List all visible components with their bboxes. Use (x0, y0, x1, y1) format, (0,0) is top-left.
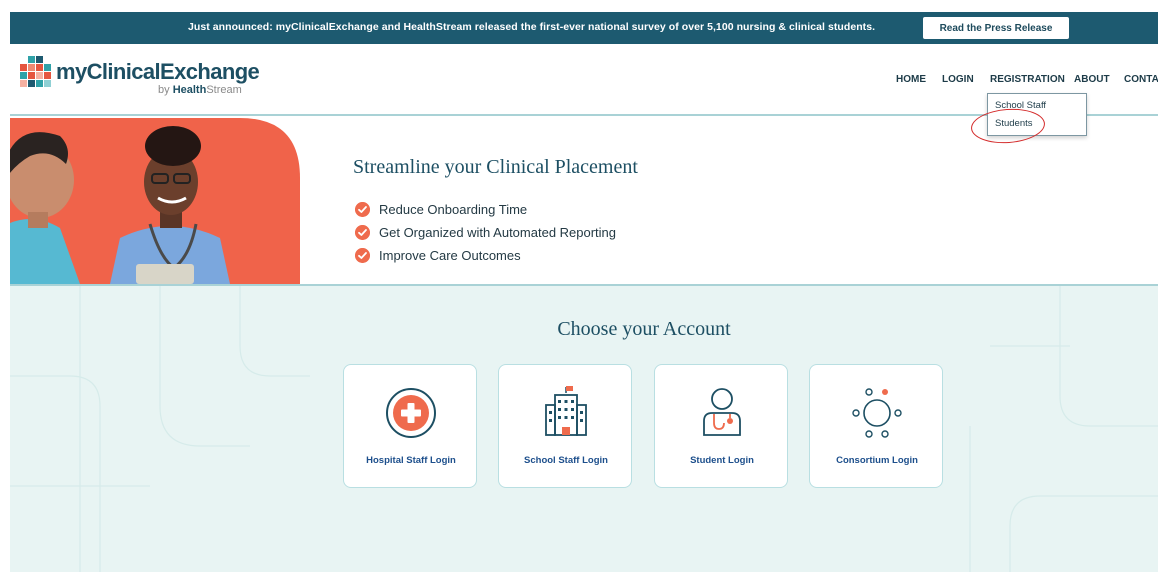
benefit-text: Reduce Onboarding Time (379, 202, 528, 217)
check-circle-icon (355, 202, 370, 217)
consortium-login-card[interactable]: Consortium Login (809, 364, 943, 488)
nav-login[interactable]: LOGIN (942, 74, 974, 85)
announcement-bar: Just announced: myClinicalExchange and H… (10, 12, 1158, 44)
school-staff-login-card[interactable]: School Staff Login (498, 364, 632, 488)
site-header: myClinicalExchange by HealthStream HOME … (10, 44, 1158, 116)
hospital-cross-icon (386, 388, 436, 438)
hero-section: Streamline your Clinical Placement Reduc… (10, 118, 1158, 284)
announcement-text: Just announced: myClinicalExchange and H… (188, 21, 876, 33)
benefit-text: Improve Care Outcomes (379, 248, 521, 263)
card-label: Hospital Staff Login (366, 455, 456, 466)
byline-bold: Health (172, 84, 207, 96)
hospital-staff-login-card[interactable]: Hospital Staff Login (343, 364, 477, 488)
accounts-section: Choose your Account Hospital Staff Login (10, 286, 1158, 572)
brand-byline: by HealthStream (158, 84, 242, 96)
benefit-text: Get Organized with Automated Reporting (379, 225, 617, 240)
nav-home[interactable]: HOME (896, 74, 926, 85)
check-circle-icon (355, 248, 370, 263)
nav-contact[interactable]: CONTAC (1124, 74, 1158, 85)
card-label: Consortium Login (836, 455, 918, 466)
brand-name[interactable]: myClinicalExchange (56, 59, 260, 85)
nav-registration[interactable]: REGISTRATION (990, 74, 1065, 85)
school-building-icon (545, 386, 587, 436)
student-stethoscope-icon (703, 388, 741, 436)
byline-rest: Stream (206, 84, 242, 96)
hero-image-nurses (10, 118, 300, 284)
press-release-button[interactable]: Read the Press Release (923, 17, 1069, 39)
card-label: Student Login (690, 455, 754, 466)
hero-title: Streamline your Clinical Placement (353, 156, 638, 178)
browser-viewport: Just announced: myClinicalExchange and H… (10, 12, 1158, 572)
student-login-card[interactable]: Student Login (654, 364, 788, 488)
check-circle-icon (355, 225, 370, 240)
consortium-network-icon (852, 388, 902, 438)
logo-mosaic-icon[interactable] (16, 54, 56, 94)
byline-prefix: by (158, 84, 170, 96)
card-label: School Staff Login (524, 455, 608, 466)
nav-about[interactable]: ABOUT (1074, 74, 1110, 85)
accounts-title: Choose your Account (557, 318, 731, 340)
